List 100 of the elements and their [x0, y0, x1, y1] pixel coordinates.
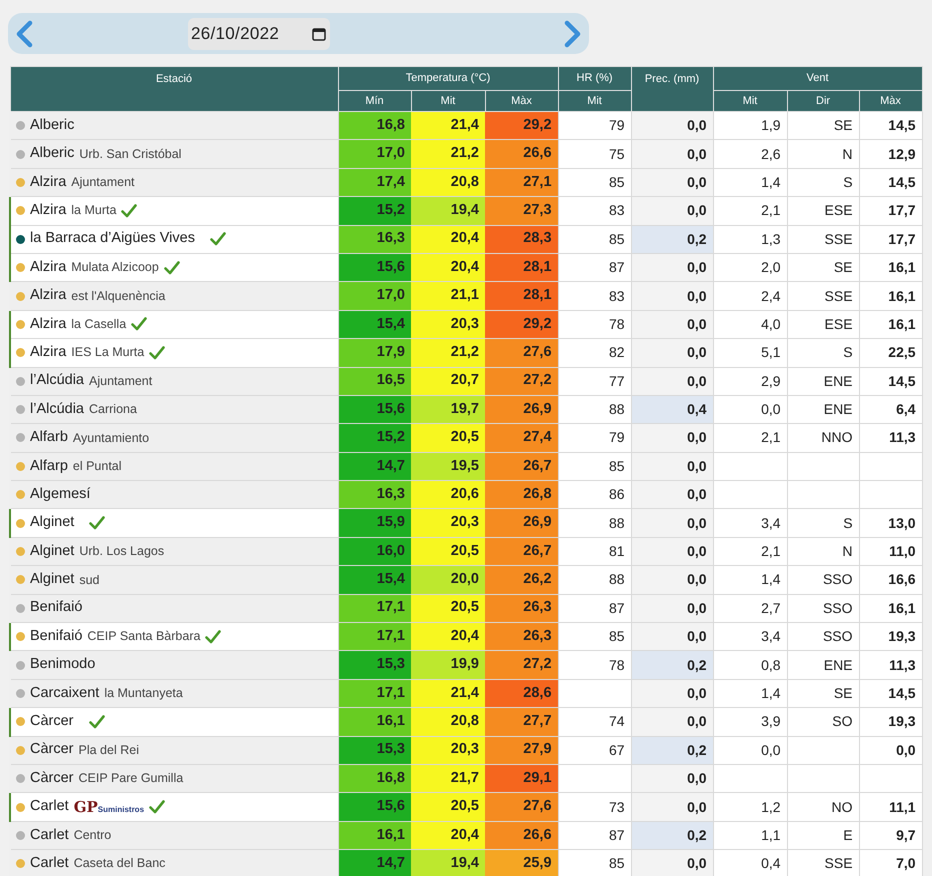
check-icon [205, 630, 222, 644]
temperature-cell: 26,2 [485, 566, 558, 594]
wind-gust-cell: 16,6 [859, 566, 922, 594]
wind-direction-cell: SSO [787, 622, 860, 651]
temperature-cell: 29,1 [485, 764, 558, 793]
temperature-cell: 28,1 [485, 253, 558, 282]
wind-direction-cell: ENE [787, 367, 860, 396]
chevron-left-icon [15, 20, 33, 48]
temperature-cell: 26,3 [485, 594, 558, 623]
temperature-cell: 27,4 [485, 424, 558, 452]
precipitation-cell: 0,0 [631, 452, 714, 481]
station-location: CEIP Santa Bàrbara [87, 628, 200, 646]
station-location: est l'Alquenència [71, 288, 166, 305]
station-location: Centro [74, 827, 112, 844]
temperature-cell: 26,6 [485, 140, 558, 168]
temperature-cell: 20,5 [411, 792, 485, 822]
chevron-right-icon [564, 20, 582, 48]
wind-direction-cell: SSO [787, 594, 860, 623]
wind-direction-cell: SSE [787, 850, 860, 876]
precipitation-cell: 0,0 [631, 338, 714, 368]
wind-gust-cell: 14,5 [859, 112, 922, 140]
wind-speed-cell: 3,4 [713, 508, 788, 538]
station-location: Mulata Alzicoop [71, 259, 159, 276]
calendar-icon [312, 26, 326, 40]
wind-gust-cell: 14,5 [859, 168, 922, 197]
column-header: Màx [859, 90, 922, 112]
wind-gust-cell: 11,3 [859, 650, 922, 680]
station-name: Alzira [30, 258, 66, 277]
humidity-cell: 85 [558, 225, 632, 254]
sponsor-logo: GPSuministros [74, 796, 144, 818]
temperature-cell: 14,7 [338, 452, 411, 481]
temperature-cell: 19,4 [411, 196, 485, 226]
humidity-cell: 77 [558, 367, 632, 396]
temperature-cell: 20,4 [411, 225, 485, 254]
temperature-cell: 17,4 [338, 168, 411, 197]
wind-speed-cell: 0,8 [713, 650, 788, 680]
wind-speed-cell: 2,0 [713, 253, 788, 282]
precipitation-cell: 0,0 [631, 566, 714, 594]
wind-gust-cell: 6,4 [859, 395, 922, 424]
wind-speed-cell: 1,1 [713, 821, 788, 850]
humidity-cell: 88 [558, 395, 632, 424]
wind-direction-cell: SSO [787, 566, 860, 594]
wind-direction-cell: SE [787, 112, 860, 140]
temperature-cell: 26,3 [485, 622, 558, 651]
temperature-cell: 29,2 [485, 310, 558, 339]
wind-direction-cell: SE [787, 679, 860, 708]
wind-speed-cell: 1,4 [713, 679, 788, 708]
precipitation-cell: 0,0 [631, 140, 714, 168]
humidity-cell: 85 [558, 452, 632, 481]
wind-speed-cell: 2,7 [713, 594, 788, 623]
temperature-cell: 20,0 [411, 566, 485, 594]
humidity-cell: 85 [558, 168, 632, 197]
column-header: Dir [787, 90, 860, 112]
temperature-cell: 17,0 [338, 140, 411, 168]
column-header: Mit [558, 90, 632, 112]
temperature-cell: 16,1 [338, 821, 411, 850]
station-name: Alzira [30, 200, 66, 220]
station-name: Alzira [30, 172, 66, 192]
column-group-header: Prec. (mm) [631, 66, 714, 112]
station-location: Carriona [89, 401, 137, 418]
temperature-cell: 20,3 [411, 508, 485, 538]
temperature-cell: 20,4 [411, 622, 485, 651]
column-group-header: Vent [713, 66, 922, 90]
column-group-header: HR (%) [558, 66, 632, 90]
column-header: Mit [713, 90, 788, 112]
station-name: Benimodo [30, 655, 96, 674]
temperature-cell: 20,4 [411, 821, 485, 850]
temperature-cell: 27,6 [485, 338, 558, 368]
temperature-cell: 17,0 [338, 282, 411, 310]
humidity-cell: 86 [558, 480, 632, 509]
station-name: Alfarp [30, 456, 68, 476]
wind-speed-cell: 1,9 [713, 112, 788, 140]
column-header: Mit [411, 90, 485, 112]
temperature-cell: 20,5 [411, 594, 485, 623]
temperature-cell: 15,4 [338, 310, 411, 339]
precipitation-cell: 0,0 [631, 764, 714, 793]
temperature-cell: 26,7 [485, 537, 558, 566]
temperature-cell: 27,1 [485, 168, 558, 197]
precipitation-cell: 0,2 [631, 225, 714, 254]
wind-speed-cell: 0,0 [713, 395, 788, 424]
station-name: Alberic [30, 116, 74, 135]
station-name: la Barraca d’Aigües Vives [30, 229, 195, 248]
precipitation-cell: 0,0 [631, 168, 714, 197]
wind-speed-cell: 4,0 [713, 310, 788, 339]
date-field[interactable]: 26/10/2022 [188, 18, 330, 50]
humidity-cell: 82 [558, 338, 632, 368]
temperature-cell: 20,6 [411, 480, 485, 509]
check-icon [88, 714, 105, 729]
wind-gust-cell: 16,1 [859, 594, 922, 623]
station-location: la Murta [71, 202, 116, 220]
station-name: l’Alcúdia [30, 400, 84, 419]
temperature-cell: 16,5 [338, 367, 411, 396]
wind-speed-cell: 0,0 [713, 736, 788, 764]
temperature-cell: 29,2 [485, 112, 558, 140]
precipitation-cell: 0,0 [631, 679, 714, 708]
check-icon [131, 317, 148, 332]
wind-speed-cell: 0,4 [713, 850, 788, 876]
wind-speed-cell: 3,9 [713, 708, 788, 736]
precipitation-cell: 0,2 [631, 736, 714, 764]
wind-gust-cell: 11,1 [859, 792, 922, 822]
